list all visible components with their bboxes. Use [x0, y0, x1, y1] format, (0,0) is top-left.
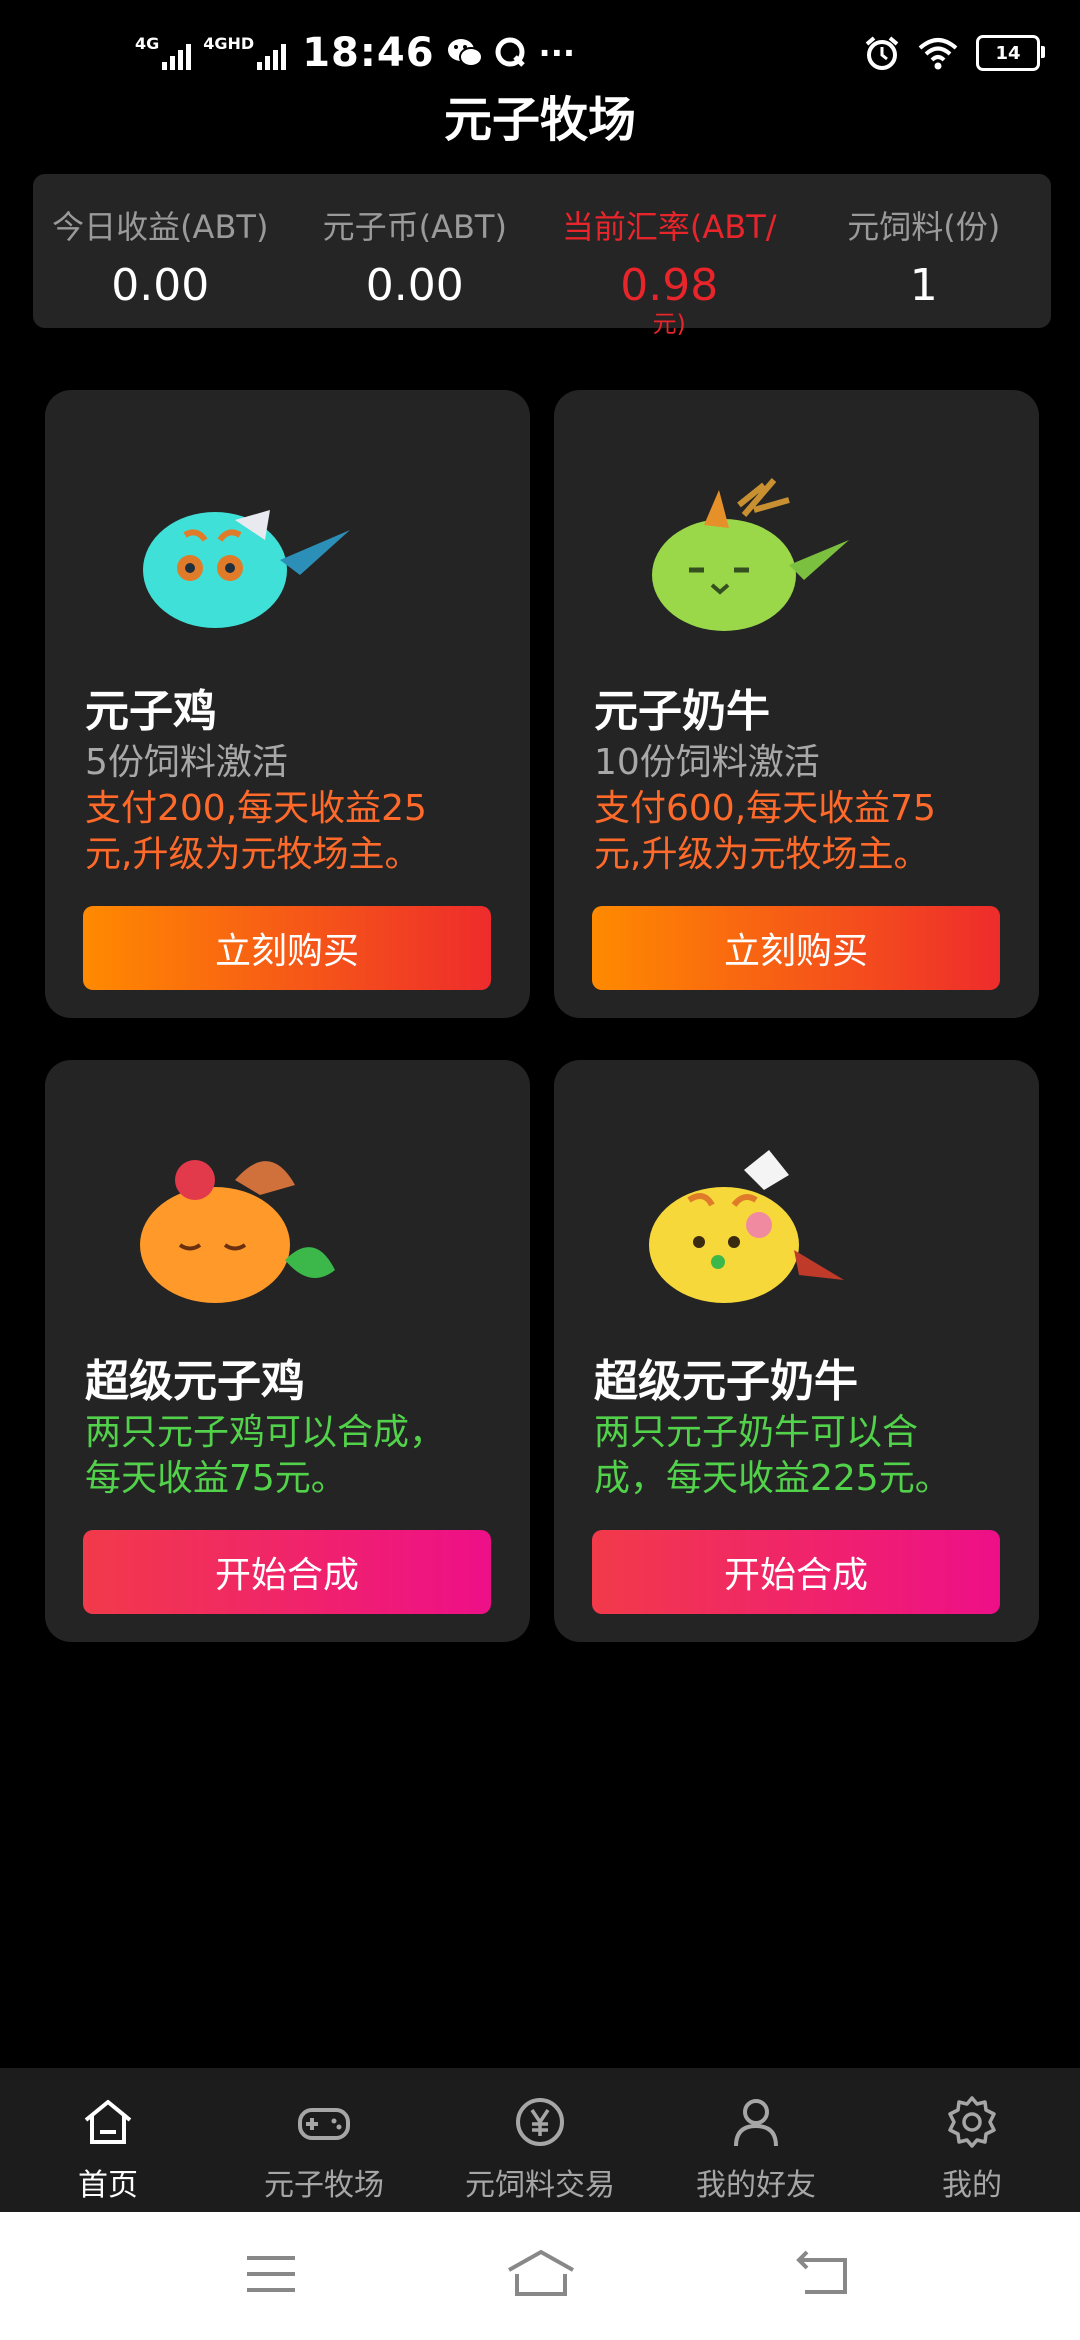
bottom-tab-bar: 首页 元子牧场 元饲料交易 我的好友 我的: [0, 2068, 1080, 2212]
battery-icon: 14: [976, 35, 1045, 71]
signal-4g-icon: 4G: [135, 34, 192, 70]
card-desc-line2: 元,升级为元牧场主。: [594, 834, 930, 875]
stat-label: 今日收益(ABT): [52, 208, 269, 246]
menu-icon[interactable]: [245, 2252, 297, 2296]
battery-level: 14: [995, 42, 1021, 64]
tab-label: 我的好友: [696, 2168, 816, 2203]
status-left: 4G 4GHD 18:46 ···: [135, 30, 575, 76]
card-title: 超级元子奶牛: [594, 1356, 858, 1407]
home-nav-icon[interactable]: [505, 2248, 577, 2298]
buy-now-button[interactable]: 立刻购买: [592, 906, 1000, 990]
yen-coin-icon: [516, 2098, 564, 2146]
card-desc-line1: 两只元子奶牛可以合: [594, 1412, 919, 1453]
stat-exchange-rate: 当前汇率(ABT/ 0.98 元): [542, 174, 797, 338]
stat-value: 1: [909, 260, 938, 311]
tab-friends[interactable]: 我的好友: [648, 2068, 864, 2212]
product-card-cow: 元子奶牛 10份饲料激活 支付600,每天收益75 元,升级为元牧场主。 立刻购…: [554, 390, 1039, 1018]
tab-me[interactable]: 我的: [864, 2068, 1080, 2212]
stat-sublabel: 元): [652, 310, 686, 338]
system-nav-bar: [0, 2212, 1080, 2340]
tab-label: 元子牧场: [264, 2168, 384, 2203]
status-right: 14: [864, 35, 1045, 71]
tab-pasture[interactable]: 元子牧场: [216, 2068, 432, 2212]
card-desc-line2: 每天收益75元。: [85, 1458, 347, 1499]
network-type-label-2: 4GHD: [203, 34, 255, 53]
alarm-icon: [865, 36, 899, 70]
status-time: 18:46: [302, 30, 435, 76]
wifi-icon: [918, 38, 958, 70]
card-activation-text: 5份饲料激活: [85, 742, 288, 783]
tab-feed-trade[interactable]: 元饲料交易: [432, 2068, 648, 2212]
qq-browser-icon: [495, 37, 525, 67]
card-desc-line1: 支付200,每天收益25: [85, 788, 427, 829]
person-icon: [734, 2099, 778, 2147]
signal-4ghd-icon: 4GHD: [203, 34, 287, 70]
card-title: 元子奶牛: [594, 686, 770, 737]
page-title: 元子牧场: [443, 92, 636, 148]
stat-label: 元子币(ABT): [322, 208, 507, 246]
tab-label: 元饲料交易: [465, 2168, 615, 2203]
chicken-pet-image: [143, 510, 350, 628]
stat-coin-balance: 元子币(ABT) 0.00: [288, 174, 543, 328]
gear-icon: [948, 2096, 996, 2148]
stat-label: 当前汇率(ABT/: [561, 208, 777, 246]
card-activation-text: 10份饲料激活: [594, 742, 820, 783]
product-card-chicken: 元子鸡 5份饲料激活 支付200,每天收益25 元,升级为元牧场主。 立刻购买: [45, 390, 530, 1018]
card-desc-line2: 成，每天收益225元。: [594, 1458, 951, 1499]
product-card-super-cow: 超级元子奶牛 两只元子奶牛可以合 成，每天收益225元。 开始合成: [554, 1060, 1039, 1642]
stat-value: 0.00: [365, 260, 464, 311]
buy-now-button[interactable]: 立刻购买: [83, 906, 491, 990]
network-type-label: 4G: [135, 34, 160, 53]
product-card-super-chicken: 超级元子鸡 两只元子鸡可以合成， 每天收益75元。 开始合成: [45, 1060, 530, 1642]
tab-label: 首页: [78, 2168, 138, 2203]
card-title: 元子鸡: [85, 686, 217, 737]
home-icon: [84, 2100, 132, 2144]
gamepad-icon: [298, 2108, 350, 2140]
super-chicken-pet-image: [140, 1160, 335, 1303]
back-icon[interactable]: [795, 2250, 851, 2298]
stat-label: 元饲料(份): [847, 208, 1001, 246]
tab-home[interactable]: 首页: [0, 2068, 216, 2212]
card-desc-line1: 支付600,每天收益75: [594, 788, 936, 829]
wechat-icon: [447, 39, 483, 67]
stat-value: 0.00: [111, 260, 210, 311]
more-notifications: ···: [538, 34, 575, 72]
start-synthesis-button[interactable]: 开始合成: [83, 1530, 491, 1614]
stats-panel: 今日收益(ABT) 0.00 元子币(ABT) 0.00 当前汇率(ABT/ 0…: [33, 174, 1052, 338]
super-cow-pet-image: [649, 1150, 844, 1303]
card-desc-line2: 元,升级为元牧场主。: [85, 834, 421, 875]
start-synthesis-button[interactable]: 开始合成: [592, 1530, 1000, 1614]
card-title: 超级元子鸡: [85, 1356, 305, 1407]
card-desc-line1: 两只元子鸡可以合成，: [85, 1412, 446, 1453]
tab-label: 我的: [942, 2168, 1002, 2203]
stat-feed-count: 元饲料(份) 1: [797, 174, 1052, 328]
cow-pet-image: [652, 478, 849, 631]
stat-today-earnings: 今日收益(ABT) 0.00: [33, 174, 288, 328]
